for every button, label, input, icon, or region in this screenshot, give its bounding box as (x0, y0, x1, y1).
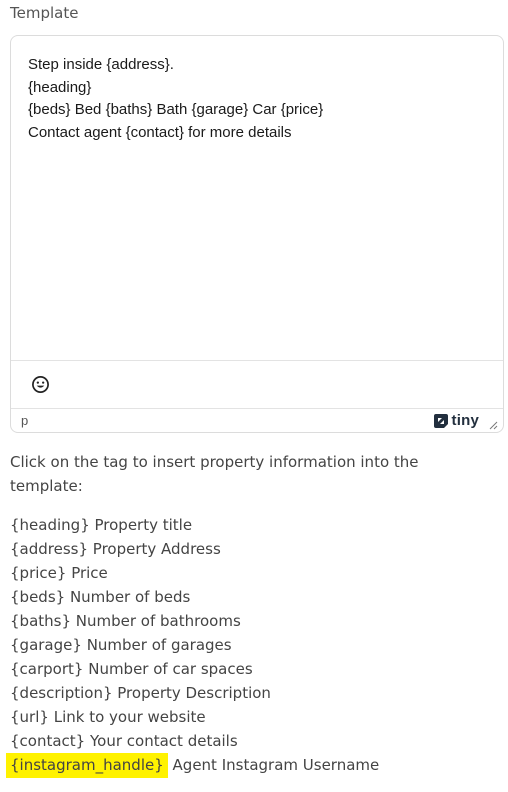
tag-description: Number of bathrooms (71, 612, 241, 630)
editor-line: Contact agent {contact} for more details (28, 123, 292, 141)
rich-text-editor: Step inside {address}. {heading} {beds} … (10, 35, 504, 433)
tag-description: Number of garages (81, 636, 232, 654)
list-item: {address} Property Address (10, 537, 379, 561)
list-item: {price} Price (10, 561, 379, 585)
tiny-brand-text: tiny (451, 412, 479, 429)
tag-instagram-handle[interactable]: {instagram_handle} (6, 753, 168, 778)
editor-line: {beds} Bed {baths} Bath {garage} Car {pr… (28, 101, 324, 118)
list-item: {carport} Number of car spaces (10, 657, 379, 681)
tag-description: Number of beds (65, 588, 191, 606)
editor-content-area[interactable]: Step inside {address}. {heading} {beds} … (28, 54, 493, 144)
editor-line: {heading} (28, 78, 92, 96)
tag-description: Agent Instagram Username (167, 756, 380, 774)
tiny-logo-icon (433, 413, 448, 428)
list-item: {contact} Your contact details (10, 729, 379, 753)
tag-description: Price (66, 564, 108, 582)
tag-description: Number of car spaces (83, 660, 253, 678)
tag-address[interactable]: {address} (10, 540, 88, 558)
tag-garage[interactable]: {garage} (10, 636, 82, 654)
list-item: {garage} Number of garages (10, 633, 379, 657)
editor-line: Step inside {address}. (28, 56, 174, 73)
emoji-smiley-icon[interactable] (31, 375, 50, 394)
list-item: {baths} Number of bathrooms (10, 609, 379, 633)
list-item: {description} Property Description (10, 681, 379, 705)
tiny-branding-link[interactable]: tiny (433, 412, 479, 429)
tag-price[interactable]: {price} (10, 564, 66, 582)
list-item: {heading} Property title (10, 513, 379, 537)
tag-list: {heading} Property title {address} Prope… (6, 513, 380, 778)
tag-description-tag[interactable]: {description} (10, 684, 113, 702)
tag-baths[interactable]: {baths} (10, 612, 71, 630)
tag-description: Your contact details (85, 732, 238, 750)
instructions-text: Click on the tag to insert property info… (10, 453, 419, 495)
tag-beds[interactable]: {beds} (10, 588, 65, 606)
list-item: {url} Link to your website (10, 705, 379, 729)
tag-description: Property Description (112, 684, 271, 702)
tag-description: Property title (89, 516, 193, 534)
tag-heading[interactable]: {heading} (10, 516, 90, 534)
template-label: Template (10, 4, 79, 22)
editor-toolbar (11, 360, 503, 409)
element-path[interactable]: p (21, 413, 28, 428)
tag-contact[interactable]: {contact} (10, 732, 85, 750)
tag-url[interactable]: {url} (10, 708, 49, 726)
tag-carport[interactable]: {carport} (10, 660, 83, 678)
list-item: {instagram_handle} Agent Instagram Usern… (6, 753, 380, 778)
editor-statusbar: p tiny (11, 408, 503, 432)
resize-handle-icon[interactable] (488, 420, 498, 430)
list-item: {beds} Number of beds (10, 585, 379, 609)
tag-description: Link to your website (48, 708, 206, 726)
tag-description: Property Address (88, 540, 221, 558)
